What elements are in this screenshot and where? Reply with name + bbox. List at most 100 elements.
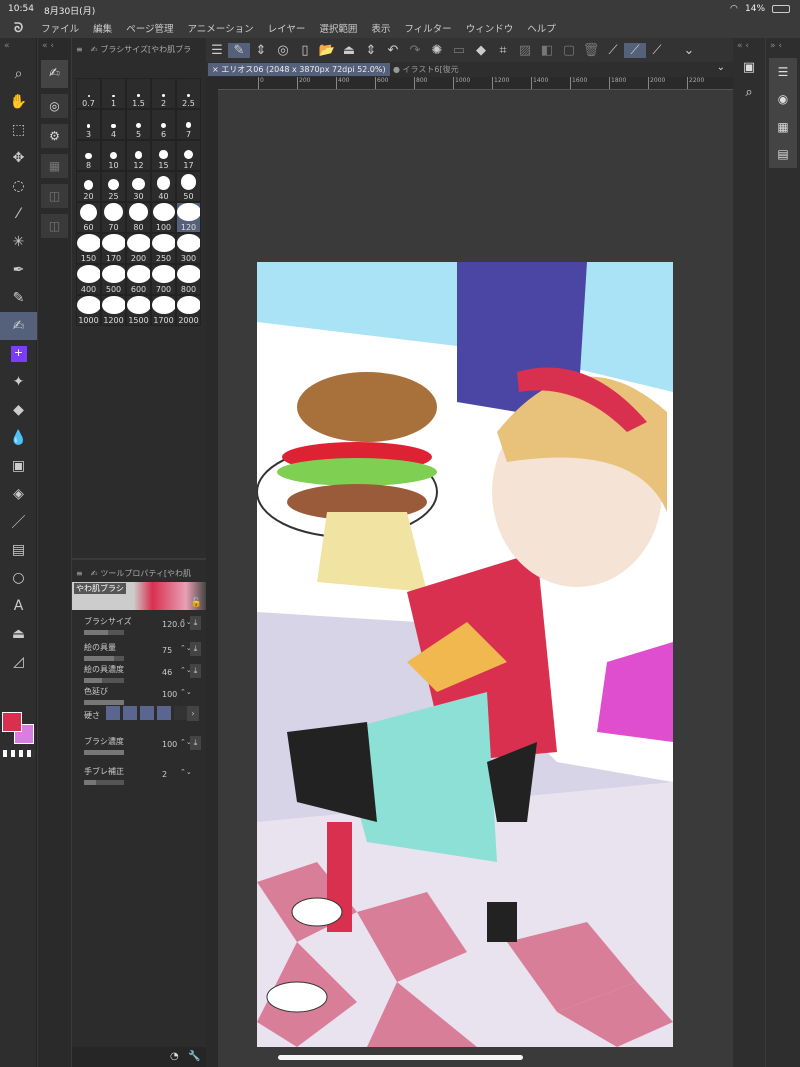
hardness-step[interactable] [157, 706, 171, 720]
sub-tool-icon[interactable]: ▦ [41, 154, 68, 178]
stepper-icon[interactable]: ⌃⌄ [180, 768, 192, 776]
brush-size-cell[interactable]: 3 [76, 109, 101, 140]
menu-window[interactable]: ウィンドウ [466, 21, 514, 35]
material-icon[interactable]: ▤ [777, 147, 788, 161]
menu-edit[interactable]: 編集 [93, 21, 112, 35]
wrench-icon[interactable]: 🔧 [188, 1051, 200, 1062]
property-slider[interactable] [84, 700, 124, 705]
eyedropper-tool[interactable]: ⁄ [0, 200, 37, 228]
blend-tool[interactable]: 💧 [0, 424, 37, 452]
search-icon[interactable]: ⌕ [733, 85, 765, 100]
transform-icon[interactable]: ⌗ [492, 43, 514, 58]
property-row[interactable]: 絵の具濃度 46 ⌃⌄ ⤓ [84, 664, 204, 683]
spiral-icon[interactable]: ◎ [272, 43, 294, 58]
menu-icon[interactable]: ≡ [76, 45, 83, 54]
menu-layer[interactable]: レイヤー [268, 21, 306, 35]
save-icon[interactable]: ⏏ [338, 43, 360, 58]
hardness-step[interactable] [106, 706, 120, 720]
brush-size-cell[interactable]: 200 [126, 233, 151, 264]
brush-size-cell[interactable]: 700 [151, 264, 176, 295]
menu-animation[interactable]: アニメーション [188, 21, 254, 35]
canvas-artwork[interactable] [257, 262, 673, 1047]
zoom-tool[interactable]: ⌕ [0, 60, 37, 88]
property-slider[interactable] [84, 678, 124, 683]
spray-tool[interactable]: + [0, 340, 37, 368]
brush-tool[interactable]: ✍ [0, 312, 37, 340]
color-icon[interactable]: ◉ [778, 92, 788, 106]
download-icon[interactable]: ⤓ [190, 736, 201, 750]
menu-selection[interactable]: 選択範囲 [319, 21, 357, 35]
chevron-down-icon[interactable]: ⌄ [678, 43, 700, 58]
menu-icon[interactable]: ≡ [76, 569, 83, 578]
brush-size-cell[interactable]: 7 [176, 109, 201, 140]
layer-icon[interactable]: ◫ [41, 214, 68, 238]
tab-inactive[interactable]: ● イラスト6[復元 [389, 63, 463, 76]
sub-tool-icon[interactable]: ◎ [41, 94, 68, 118]
menu-page[interactable]: ページ管理 [126, 21, 173, 35]
property-slider[interactable] [84, 750, 124, 755]
property-row[interactable]: 色延び 100 ⌃⌄ [84, 686, 204, 705]
property-row[interactable]: ブラシ濃度 100 ⌃⌄ ⤓ [84, 736, 204, 755]
brush-size-cell[interactable]: 250 [151, 233, 176, 264]
brush-size-cell[interactable]: 10 [101, 140, 126, 171]
open-folder-icon[interactable]: 📂 [316, 43, 338, 58]
brush-size-cell[interactable]: 0.7 [76, 78, 101, 109]
brush-size-cell[interactable]: 300 [176, 233, 201, 264]
app-logo-icon[interactable]: ᘐ [14, 21, 23, 36]
fill-tool[interactable]: ◈ [0, 480, 37, 508]
ruler-snap-icon[interactable]: ⟋ [602, 43, 624, 58]
lock-icon[interactable]: 🔓 [191, 598, 202, 608]
expand-icon[interactable]: » ‹ [766, 38, 800, 54]
sub-tool-group-icon[interactable]: ✍ [41, 60, 68, 88]
undo-icon[interactable]: ↶ [382, 43, 404, 58]
brush-size-cell[interactable]: 5 [126, 109, 151, 140]
brush-size-cell[interactable]: 12 [126, 140, 151, 171]
collapse-icon[interactable]: « [0, 38, 36, 60]
correct-line-tool[interactable]: ⏏ [0, 620, 37, 648]
menu-help[interactable]: ヘルプ [527, 21, 556, 35]
redo-icon[interactable]: ↷ [404, 43, 426, 58]
gradient-tool[interactable]: ▣ [0, 452, 37, 480]
brush-size-cell[interactable]: 170 [101, 233, 126, 264]
sub-tool-settings-icon[interactable]: ⚙ [41, 124, 68, 148]
menu-view[interactable]: 表示 [371, 21, 390, 35]
pencil-tool[interactable]: ✎ [0, 284, 37, 312]
brush-size-cell[interactable]: 17 [176, 140, 201, 171]
clear-icon[interactable]: ▨ [514, 43, 536, 58]
property-row[interactable]: 絵の具量 75 ⌃⌄ ⤓ [84, 642, 204, 661]
crop-icon[interactable]: ▭ [448, 43, 470, 58]
brush-size-cell[interactable]: 25 [101, 171, 126, 202]
move-tool[interactable]: ✥ [0, 144, 37, 172]
brush-size-cell[interactable]: 150 [76, 233, 101, 264]
brush-size-cell[interactable]: 15 [151, 140, 176, 171]
chevron-down-icon[interactable]: ⌄ [717, 62, 725, 73]
chevron-right-icon[interactable]: › [187, 706, 199, 721]
transparent-color-swatch[interactable] [3, 750, 35, 757]
brush-size-cell[interactable]: 2 [151, 78, 176, 109]
line-tool[interactable]: ／ [0, 508, 37, 536]
brush-size-cell[interactable]: 1500 [126, 295, 151, 326]
brush-size-cell[interactable]: 8 [76, 140, 101, 171]
loading-icon[interactable]: ✺ [426, 43, 448, 58]
property-slider[interactable] [84, 780, 124, 785]
home-indicator[interactable] [278, 1055, 523, 1060]
navigator-icon[interactable]: ▣ [733, 60, 765, 75]
main-color-swatch[interactable] [2, 712, 22, 732]
operation-tool[interactable]: ⬚ [0, 116, 37, 144]
brush-size-cell[interactable]: 1 [101, 78, 126, 109]
updown-icon[interactable]: ⇕ [250, 43, 272, 58]
brush-toggle-icon[interactable]: ✎ [228, 42, 250, 58]
trash-icon[interactable]: 🗑 [580, 43, 602, 58]
brush-size-cell[interactable]: 70 [101, 202, 126, 233]
download-icon[interactable]: ⤓ [190, 616, 201, 630]
layer-icon[interactable]: ◫ [41, 184, 68, 208]
brush-size-cell[interactable]: 1200 [101, 295, 126, 326]
download-icon[interactable]: ⤓ [190, 642, 201, 656]
brush-size-cell[interactable]: 500 [101, 264, 126, 295]
ruler-tool[interactable]: ◿ [0, 648, 37, 676]
brush-size-cell[interactable]: 600 [126, 264, 151, 295]
menu-icon[interactable]: ☰ [206, 43, 228, 58]
brush-size-cell[interactable]: 50 [176, 171, 201, 202]
collapse-icon[interactable]: « ‹ [733, 38, 765, 54]
brush-size-cell[interactable]: 40 [151, 171, 176, 202]
